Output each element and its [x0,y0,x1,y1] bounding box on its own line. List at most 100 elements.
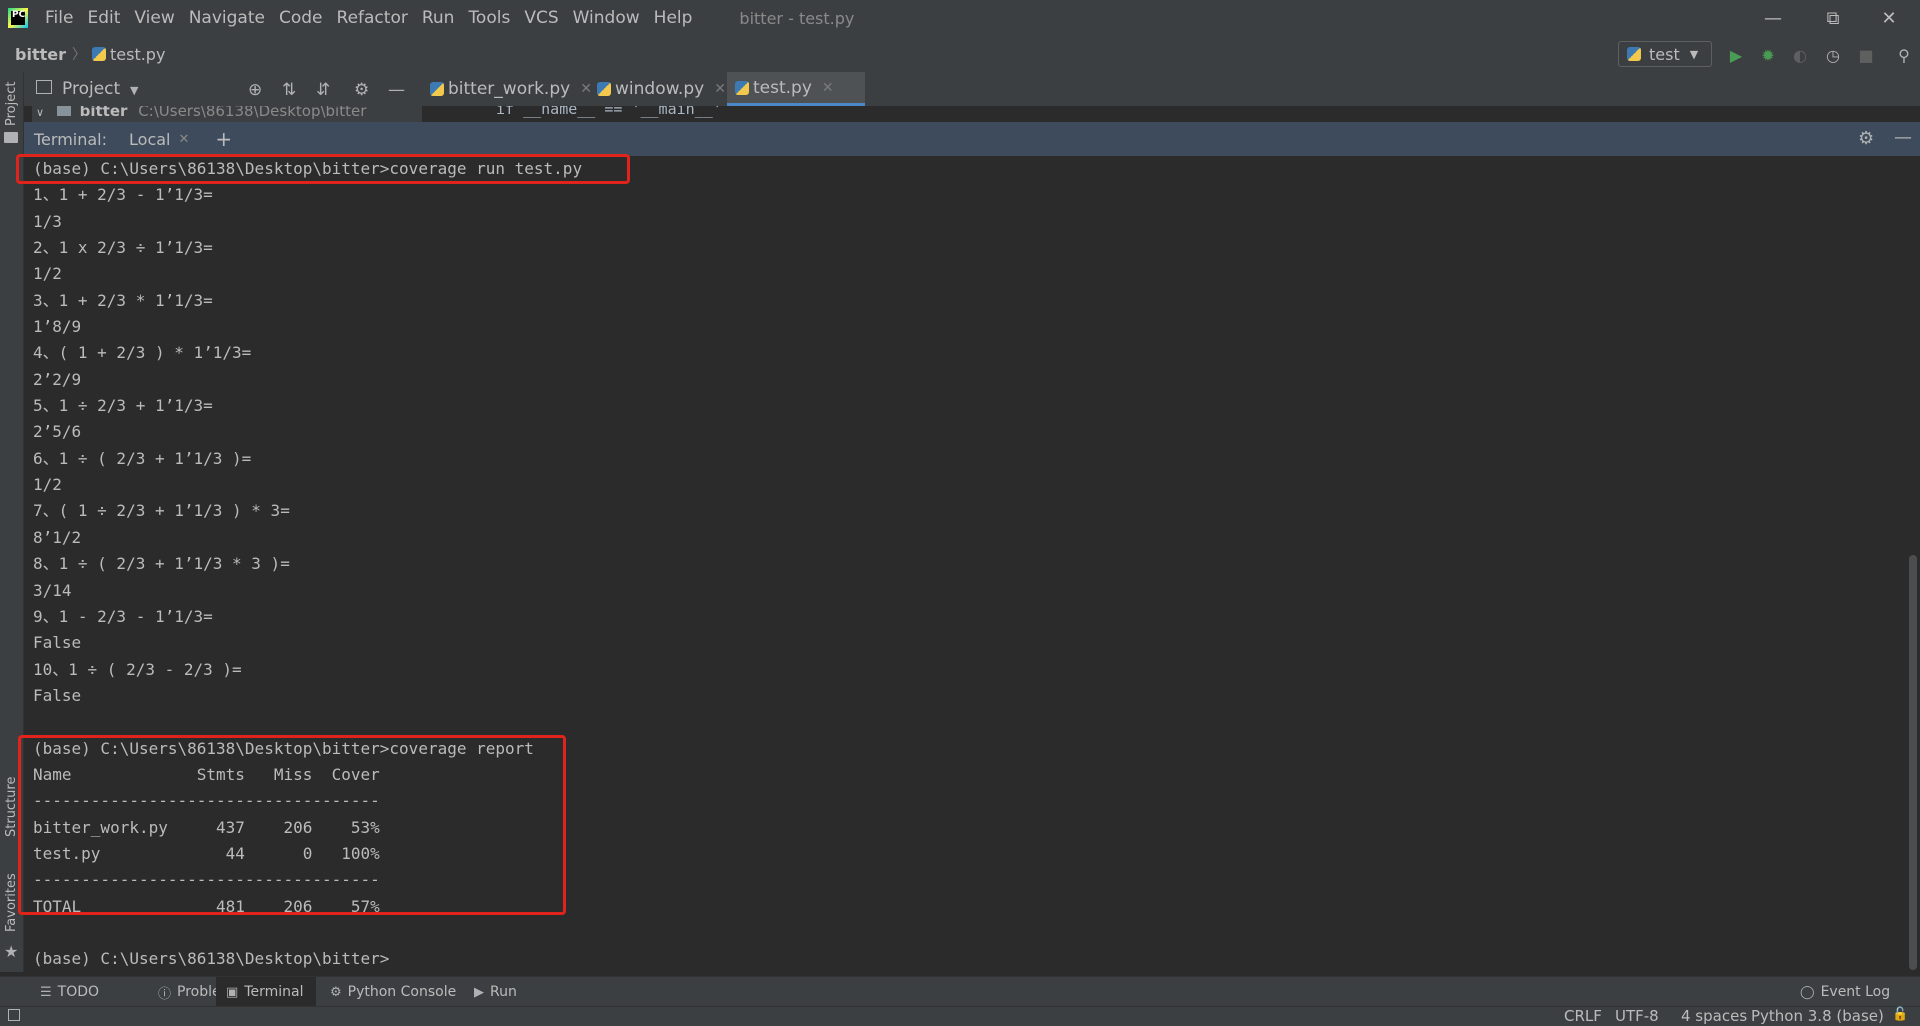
breadcrumb-project[interactable]: bitter [15,45,66,64]
chevron-down-icon: ▼ [1689,47,1699,61]
breadcrumb-file[interactable]: test.py [110,45,165,64]
terminal-line: (base) C:\Users\86138\Desktop\bitter> [33,949,390,969]
menu-vcs[interactable]: VCS [517,8,565,28]
menu-help[interactable]: Help [647,8,700,28]
gear-icon[interactable]: ⚙ [1858,128,1874,149]
window-title: bitter - test.py [739,8,855,28]
bottom-tool-bar: ☰ TODO ⓘ Problems ▣ Terminal ⚙ Python Co… [0,976,1920,1007]
terminal-line: 2’2/9 [33,369,82,389]
expand-all-icon[interactable]: ⇅ [282,80,296,100]
terminal-line: 8、1 ÷ ( 2/3 + 1’1/3 * 3 )= [33,554,290,574]
hide-icon[interactable]: — [1894,127,1912,148]
locate-icon[interactable]: ⊕ [248,80,262,100]
terminal-line: 9、1 - 2/3 - 1’1/3= [33,606,213,626]
chevron-down-icon: ∨ [36,106,45,119]
run-icon[interactable]: ▶ [1725,44,1747,66]
terminal-line: 2’5/6 [33,422,82,442]
project-view-icon [36,80,52,94]
menu-view[interactable]: View [127,8,181,28]
folder-icon [56,106,71,116]
menu-tools[interactable]: Tools [461,8,517,28]
favorites-tool-tab[interactable]: Favorites [4,873,19,932]
terminal-header: Terminal: Local ✕ + ⚙ — [24,122,1920,156]
tab-terminal[interactable]: ▣ Terminal [216,977,316,1007]
terminal-title: Terminal: [34,129,108,149]
python-file-icon [735,80,749,95]
gear-icon[interactable]: ⚙ [354,80,369,100]
tab-label: Python Console [347,984,457,1000]
run-icon: ▶ [474,984,484,1000]
tab-bitter-work[interactable]: bitter_work.py ✕ [422,72,600,106]
run-with-coverage-icon[interactable]: ◐ [1789,44,1811,66]
event-log-icon: ◯ [1800,984,1815,1000]
tool-header: Project ▼ ⊕ ⇅ ⇵ ⚙ — bitter_work.py ✕ win… [24,72,1920,107]
line-separator[interactable]: CRLF [1564,1007,1602,1025]
menu-refactor[interactable]: Refactor [330,8,415,28]
menu-navigate[interactable]: Navigate [182,8,272,28]
menu-edit[interactable]: Edit [80,8,127,28]
indent-setting[interactable]: 4 spaces [1681,1007,1747,1025]
project-tree-root[interactable]: ∨ bitter C:\Users\86138\Desktop\bitter [32,106,422,122]
tab-window[interactable]: window.py ✕ [589,72,734,106]
tab-python-console[interactable]: ⚙ Python Console [320,977,466,1007]
project-root-path: C:\Users\86138\Desktop\bitter [138,106,367,120]
terminal-line: 3、1 + 2/3 * 1’1/3= [33,290,213,310]
breadcrumb-separator-icon: 〉 [71,47,86,63]
collapse-all-icon[interactable]: ⇵ [316,80,330,100]
close-icon[interactable]: ✕ [822,80,834,96]
close-icon[interactable]: ✕ [714,81,726,97]
structure-tool-tab[interactable]: Structure [4,777,19,837]
scrollbar-thumb[interactable] [1909,555,1917,970]
add-terminal-icon[interactable]: + [215,127,232,151]
python-file-icon [597,82,611,96]
terminal-line: 7、( 1 ÷ 2/3 + 1’1/3 ) * 3= [33,501,290,521]
pycharm-logo-icon: PC [8,8,28,28]
terminal-line: 3/14 [33,580,72,600]
profile-icon[interactable]: ◷ [1822,44,1844,66]
event-log-label: Event Log [1820,984,1891,1000]
tab-label: TODO [57,984,100,1000]
python-interpreter[interactable]: Python 3.8 (base) [1751,1007,1884,1025]
terminal-line: 8’1/2 [33,527,82,547]
tab-todo[interactable]: ☰ TODO [30,977,109,1007]
tab-run[interactable]: ▶ Run [464,977,527,1007]
terminal-line: 5、1 ÷ 2/3 + 1’1/3= [33,396,213,416]
tab-test[interactable]: test.py ✕ [727,72,865,106]
restore-icon[interactable]: ⧉ [1810,0,1856,36]
tab-label: Terminal [244,984,304,1000]
lock-icon[interactable]: 🔓 [1892,1007,1908,1022]
menu-file[interactable]: File [38,8,80,28]
stop-icon[interactable]: ■ [1855,44,1877,66]
menu-window[interactable]: Window [566,8,647,28]
terminal-line: 1、1 + 2/3 - 1’1/3= [33,185,213,205]
terminal-tab-local[interactable]: Local [129,130,170,149]
close-icon[interactable]: ✕ [178,132,189,147]
debug-icon[interactable]: ✹ [1757,44,1779,66]
terminal-line: 1/2 [33,264,62,284]
event-log[interactable]: ◯ Event Log [1790,977,1900,1007]
terminal-icon: ▣ [226,984,239,1000]
run-config-selector[interactable]: test ▼ [1618,41,1712,67]
tool-windows-icon[interactable] [8,1009,20,1021]
hide-icon[interactable]: — [388,80,405,100]
project-tool-tab[interactable]: Project [4,82,19,126]
tab-label: bitter_work.py [448,79,571,99]
terminal-line: 2、1 x 2/3 ÷ 1’1/3= [33,238,213,258]
close-icon[interactable]: ✕ [1866,0,1912,36]
info-icon: ⓘ [158,986,172,1002]
folder-icon [4,132,18,143]
file-encoding[interactable]: UTF-8 [1615,1007,1659,1025]
minimize-icon[interactable]: — [1750,0,1796,36]
python-file-icon [91,47,106,61]
editor-peek-code: if __name__ == '__main__' [496,106,722,118]
terminal-line: False [33,685,82,705]
terminal-line: 6、1 ÷ ( 2/3 + 1’1/3 )= [33,448,252,468]
menu-run[interactable]: Run [415,8,462,28]
search-icon[interactable]: ⚲ [1893,44,1915,66]
highlight-box-coverage-report [18,735,566,915]
project-panel-title[interactable]: Project [62,79,120,99]
terminal-output[interactable]: (base) C:\Users\86138\Desktop\bitter>cov… [16,154,1904,976]
chevron-down-icon[interactable]: ▼ [130,84,138,97]
menu-code[interactable]: Code [272,8,330,28]
